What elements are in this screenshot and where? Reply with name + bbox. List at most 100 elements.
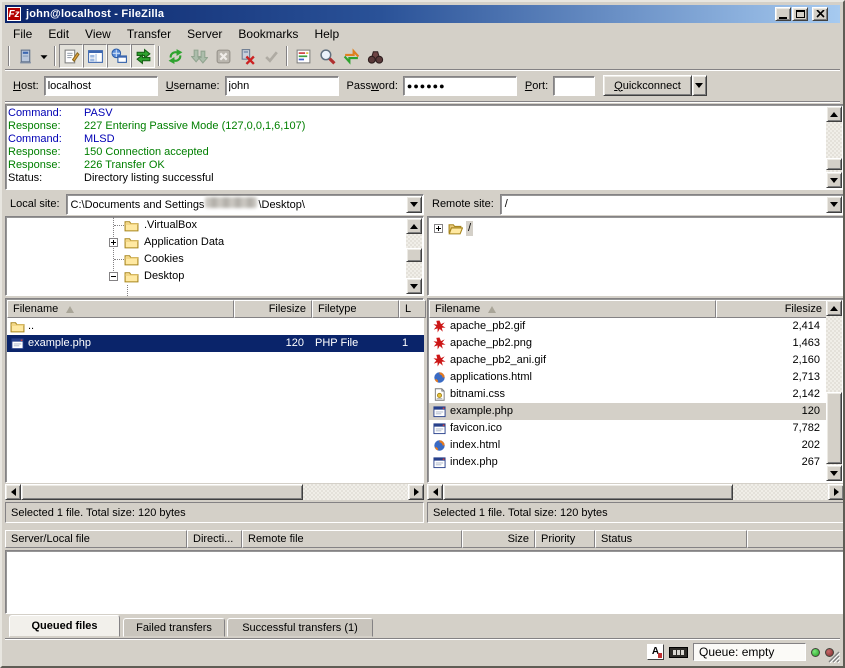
collapse-icon[interactable] [109,272,118,281]
tab-queued-files[interactable]: Queued files [9,615,120,637]
tree-item-application-data[interactable]: Application Data [6,234,423,251]
queue-list[interactable] [5,550,844,614]
toggle-local-tree-button[interactable] [83,44,107,68]
queue-column-blank[interactable] [747,530,844,548]
file-row-index.html[interactable]: index.html202 [429,437,828,454]
expand-icon[interactable] [434,224,443,233]
queue-column-server-local-file[interactable]: Server/Local file [5,530,187,548]
expand-icon[interactable] [109,238,118,247]
close-button[interactable] [812,7,828,21]
queue-column-status[interactable]: Status [595,530,747,548]
scrollbar-thumb[interactable] [826,158,842,170]
scrollbar-down-button[interactable] [826,172,842,188]
menu-transfer[interactable]: Transfer [119,25,179,43]
port-input[interactable] [553,76,595,96]
tab-failed-transfers[interactable]: Failed transfers [123,618,225,637]
column-header-filetype[interactable]: Filetype [312,300,399,318]
file-row-index.php[interactable]: index.php267 [429,454,828,471]
maximize-button[interactable] [792,7,808,21]
toggle-queue-button[interactable] [131,44,155,68]
refresh-button[interactable] [163,44,187,68]
filter-button[interactable] [291,44,315,68]
menu-view[interactable]: View [77,25,119,43]
site-manager-button[interactable] [13,44,37,68]
column-header-filesize[interactable]: Filesize [716,300,828,318]
scrollbar-up-button[interactable] [826,106,842,122]
menu-bar: FileEditViewTransferServerBookmarksHelp [5,24,840,43]
tree-item-cookies[interactable]: Cookies [6,251,423,268]
firefox-icon [432,371,447,384]
file-row-example.php[interactable]: example.php120 [429,403,828,420]
local-site-dropdown-button[interactable] [406,196,422,213]
file-row-example.php[interactable]: example.php120PHP File1 [7,335,424,352]
toggle-remote-tree-button[interactable] [107,44,131,68]
local-list-hscrollbar[interactable] [5,484,424,500]
scrollbar-thumb[interactable] [826,392,842,464]
filename-text: .. [28,318,34,335]
file-row-favicon.ico[interactable]: favicon.ico7,782 [429,420,828,437]
tree-item-desktop[interactable]: Desktop [6,268,423,285]
queue-column-priority[interactable]: Priority [535,530,595,548]
host-input[interactable] [44,76,158,96]
disconnect-button[interactable] [235,44,259,68]
scrollbar-thumb[interactable] [443,484,733,500]
scrollbar-left-button[interactable] [427,484,443,500]
password-input[interactable] [403,76,517,96]
host-label: Host: [13,80,39,92]
scrollbar-down-button[interactable] [826,465,842,481]
file-row-apache-pb2.png[interactable]: apache_pb2.png1,463 [429,335,828,352]
size-text: 2,713 [716,369,828,386]
scrollbar-up-button[interactable] [826,300,842,316]
tree-item-root[interactable]: / [428,220,843,237]
data-type-indicator-icon[interactable]: A [647,644,664,660]
message-log-vscrollbar[interactable] [826,106,842,188]
filename-text: favicon.ico [450,420,502,437]
menu-file[interactable]: File [5,25,40,43]
compare-button[interactable] [315,44,339,68]
scrollbar-thumb[interactable] [21,484,303,500]
tab-successful-transfers-1-[interactable]: Successful transfers (1) [227,618,373,637]
sync-browsing-button[interactable] [339,44,363,68]
quickconnect-button[interactable]: Quickconnect [603,75,692,96]
column-header-filesize[interactable]: Filesize [234,300,312,318]
file-row-..[interactable]: .. [7,318,424,335]
file-row-apache-pb2-ani.gif[interactable]: apache_pb2_ani.gif2,160 [429,352,828,369]
find-files-button[interactable] [363,44,387,68]
queue-column-size[interactable]: Size [462,530,535,548]
scrollbar-down-button[interactable] [406,278,422,294]
toggle-message-log-button[interactable] [59,44,83,68]
remote-list-hscrollbar[interactable] [427,484,844,500]
remote-list-header: FilenameFilesize [429,300,828,318]
queue-column-remote-file[interactable]: Remote file [242,530,462,548]
remote-site-dropdown-button[interactable] [826,196,842,213]
quickconnect-dropdown[interactable] [692,75,707,96]
file-row-applications.html[interactable]: applications.html2,713 [429,369,828,386]
scrollbar-right-button[interactable] [828,484,844,500]
column-header-filename[interactable]: Filename [7,300,234,318]
remote-list-vscrollbar[interactable] [826,300,842,481]
column-header-l[interactable]: L [399,300,426,318]
menu-help[interactable]: Help [306,25,347,43]
remote-site-combobox[interactable]: / [500,194,844,215]
tree-item--virtualbox[interactable]: .VirtualBox [6,217,423,234]
file-row-bitnami.css[interactable]: bitnami.css2,142 [429,386,828,403]
column-header-filename[interactable]: Filename [429,300,716,318]
menu-edit[interactable]: Edit [40,25,77,43]
message-log[interactable]: Command:PASVResponse:227 Entering Passiv… [5,104,844,190]
local-site-combobox[interactable]: C:\Documents and Settings\Desktop\ [66,194,424,215]
minimize-button[interactable] [775,7,791,21]
scrollbar-up-button[interactable] [406,218,422,234]
scrollbar-left-button[interactable] [5,484,21,500]
tree-item-label: / [466,221,473,236]
scrollbar-right-button[interactable] [408,484,424,500]
menu-server[interactable]: Server [179,25,230,43]
scrollbar-thumb[interactable] [406,248,422,262]
speed-limit-indicator-icon[interactable] [669,647,688,658]
queue-column-directi-[interactable]: Directi... [187,530,242,548]
menu-bookmarks[interactable]: Bookmarks [230,25,306,43]
file-row-apache-pb2.gif[interactable]: apache_pb2.gif2,414 [429,318,828,335]
username-input[interactable] [225,76,339,96]
site-manager-dropdown[interactable] [37,44,51,68]
local-tree-vscrollbar[interactable] [406,218,422,294]
resize-grip[interactable] [827,650,840,663]
